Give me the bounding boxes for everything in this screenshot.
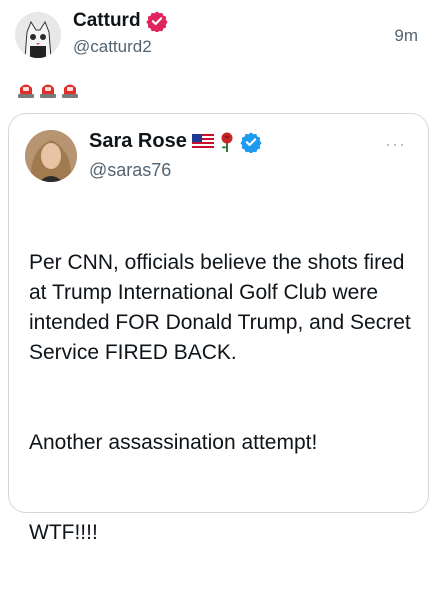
siren-emoji-row <box>17 81 79 98</box>
siren-icon <box>18 84 34 98</box>
author-handle[interactable]: @catturd2 <box>73 37 152 57</box>
rose-icon <box>221 132 233 152</box>
quote-paragraph: Another assassination attempt! <box>29 431 318 454</box>
author-avatar[interactable] <box>15 12 61 58</box>
quote-author-handle[interactable]: @saras76 <box>89 160 171 181</box>
siren-icon <box>40 84 56 98</box>
verified-badge-icon <box>145 11 168 32</box>
quote-author-avatar[interactable] <box>25 130 77 182</box>
quote-paragraph: Per CNN, officials believe the shots fir… <box>29 251 411 364</box>
quoted-post[interactable]: Sara Rose @saras76 ··· Per CNN, official… <box>8 113 429 544</box>
author-name[interactable]: Catturd <box>73 10 168 32</box>
quote-author-name-text: Sara Rose <box>89 130 187 152</box>
quote-paragraph: WTF!!!! <box>29 521 98 544</box>
quote-author-name[interactable]: Sara Rose <box>89 130 262 153</box>
siren-icon <box>62 84 78 98</box>
verified-badge-icon <box>240 131 262 153</box>
author-name-text: Catturd <box>73 10 141 31</box>
timestamp[interactable]: 9m <box>394 26 418 46</box>
more-options-icon[interactable]: ··· <box>385 134 406 155</box>
us-flag-icon <box>191 134 214 149</box>
quote-body: Per CNN, officials believe the shots fir… <box>29 218 419 608</box>
cat-avatar-icon <box>15 12 61 58</box>
profile-photo-icon <box>25 130 77 182</box>
post: Catturd @catturd2 9m Sara Rose @saras76 … <box>0 0 437 544</box>
